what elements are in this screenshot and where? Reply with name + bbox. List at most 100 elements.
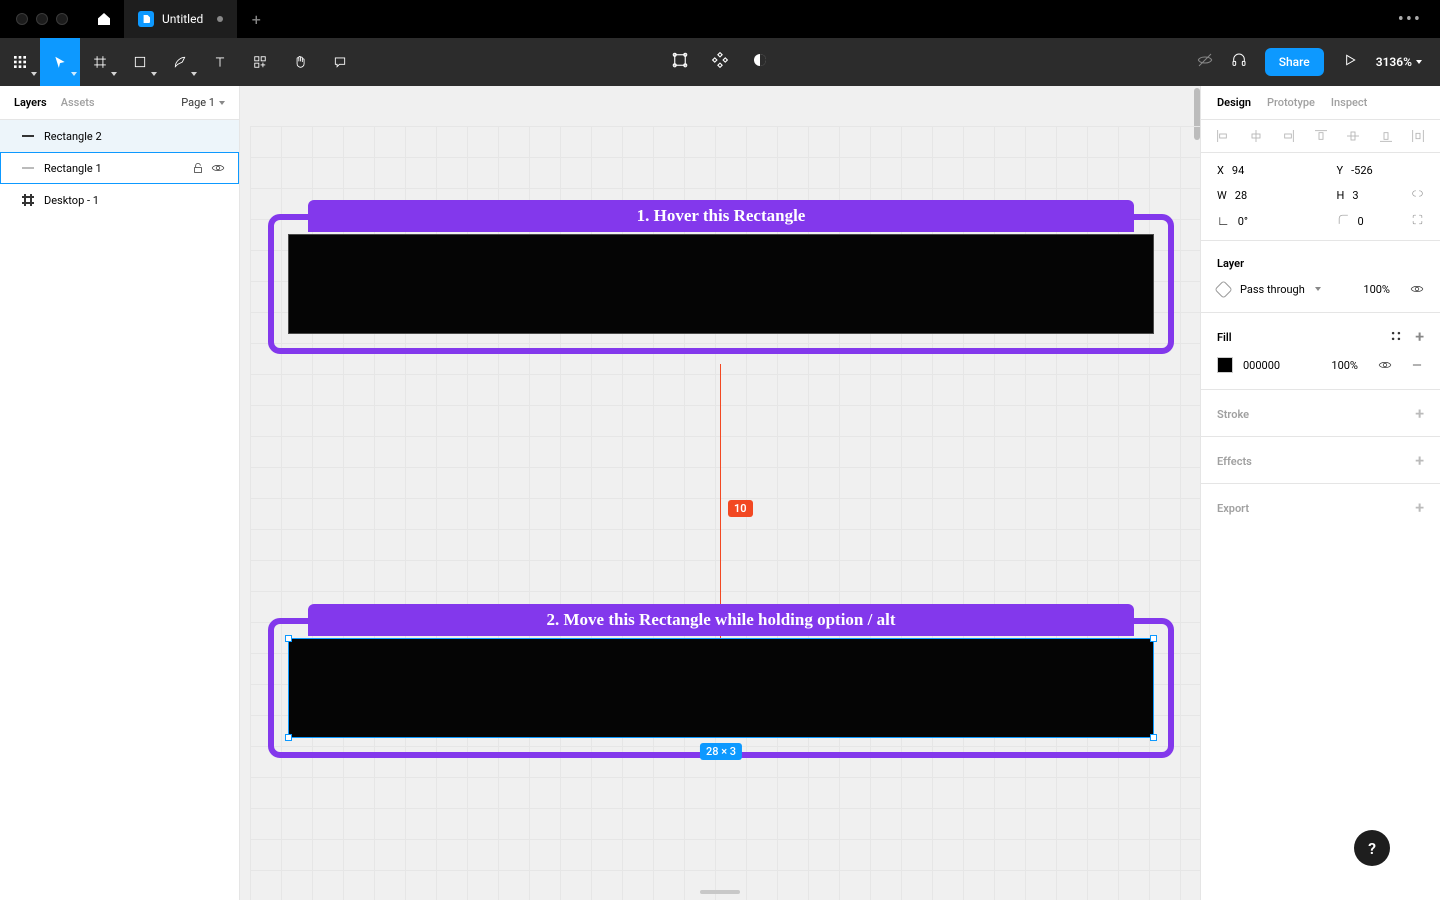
share-button[interactable]: Share [1265, 48, 1324, 76]
component-icon [711, 51, 729, 69]
audio-button[interactable] [1231, 52, 1247, 72]
hand-icon [293, 55, 307, 69]
selection-handle-sw[interactable] [285, 734, 292, 741]
fill-visibility-icon[interactable] [1378, 358, 1392, 372]
help-button[interactable]: ? [1354, 830, 1390, 866]
layers-tab[interactable]: Layers [14, 96, 47, 109]
add-export-button[interactable]: + [1415, 500, 1424, 516]
align-top-icon[interactable] [1313, 128, 1329, 144]
frame-2-label: 2. Move this Rectangle while holding opt… [308, 604, 1134, 636]
selection-handle-nw[interactable] [285, 635, 292, 642]
layer-row-rectangle-1[interactable]: Rectangle 1 [0, 152, 239, 184]
unsaved-indicator-icon [217, 16, 223, 22]
home-button[interactable] [84, 0, 124, 38]
traffic-close[interactable] [16, 13, 28, 25]
layer-section: Layer Pass through 100% [1201, 241, 1440, 313]
layer-row-desktop-1[interactable]: Desktop - 1 [0, 184, 239, 216]
page-label: Page 1 [181, 96, 215, 109]
titlebar: Untitled + ••• [0, 0, 1440, 38]
home-icon [96, 11, 112, 27]
align-right-icon[interactable] [1280, 128, 1296, 144]
add-effect-button[interactable]: + [1415, 453, 1424, 469]
x-field[interactable]: X94 [1201, 159, 1321, 182]
layer-visibility-icon[interactable] [1410, 282, 1424, 296]
bottom-panel-handle[interactable] [700, 890, 740, 894]
overflow-menu-button[interactable]: ••• [1380, 9, 1440, 30]
create-component-button[interactable] [711, 51, 729, 73]
design-tab[interactable]: Design [1217, 96, 1251, 109]
layer-heading: Layer [1201, 247, 1440, 278]
file-tab[interactable]: Untitled [124, 0, 237, 38]
visibility-icon[interactable] [211, 161, 225, 175]
layer-opacity-field[interactable]: 100% [1363, 283, 1390, 296]
fill-swatch[interactable] [1217, 357, 1233, 373]
multiplayer-button[interactable] [1197, 52, 1213, 72]
add-stroke-button[interactable]: + [1415, 406, 1424, 422]
effects-section: Effects + [1201, 437, 1440, 484]
right-panel-tabs: Design Prototype Inspect [1201, 86, 1440, 120]
resources-icon [253, 55, 267, 69]
align-bottom-icon[interactable] [1378, 128, 1394, 144]
rectangle-icon [133, 55, 147, 69]
add-fill-button[interactable]: + [1415, 329, 1424, 345]
rectangle-icon [22, 167, 34, 169]
zoom-value: 3136% [1376, 55, 1412, 69]
export-section: Export + [1201, 484, 1440, 530]
y-field[interactable]: Y-526 [1321, 159, 1440, 182]
fill-hex-field[interactable]: 000000 [1243, 359, 1280, 372]
unlock-icon[interactable] [191, 161, 205, 175]
corner-radius-field[interactable]: 0 [1321, 208, 1440, 234]
rotation-field[interactable]: ∟0° [1201, 208, 1321, 234]
align-left-icon[interactable] [1215, 128, 1231, 144]
traffic-min[interactable] [36, 13, 48, 25]
distribute-icon[interactable] [1410, 128, 1426, 144]
present-button[interactable] [1342, 52, 1358, 72]
canvas[interactable]: 1. Hover this Rectangle 10 2. Move this … [240, 86, 1200, 900]
transform-section: X94 Y-526 W28 H3 ∟0° 0 [1201, 153, 1440, 241]
selection-handle-ne[interactable] [1150, 635, 1157, 642]
layer-row-rectangle-2[interactable]: Rectangle 2 [0, 120, 239, 152]
comment-tool[interactable] [320, 38, 360, 86]
remove-fill-button[interactable] [1410, 358, 1424, 372]
fill-opacity-field[interactable]: 100% [1331, 359, 1358, 372]
resources-tool[interactable] [240, 38, 280, 86]
canvas-frame-1[interactable]: 1. Hover this Rectangle [268, 214, 1174, 354]
blend-mode-dropdown[interactable]: Pass through [1240, 283, 1305, 296]
rectangle-2-shape[interactable] [288, 234, 1154, 334]
shape-tool[interactable] [120, 38, 160, 86]
align-tools [1201, 120, 1440, 153]
prototype-tab[interactable]: Prototype [1267, 96, 1315, 109]
inspect-tab[interactable]: Inspect [1331, 96, 1367, 109]
text-tool[interactable] [200, 38, 240, 86]
page-dropdown[interactable]: Page 1 [181, 96, 225, 109]
play-icon [1342, 52, 1358, 68]
w-field[interactable]: W28 [1201, 182, 1321, 208]
blend-mode-icon[interactable] [1214, 280, 1232, 298]
traffic-max[interactable] [56, 13, 68, 25]
selection-outline [288, 638, 1154, 738]
fill-style-icon[interactable] [1389, 329, 1403, 343]
main-menu-button[interactable] [0, 38, 40, 86]
align-vcenter-icon[interactable] [1345, 128, 1361, 144]
layer-label: Desktop - 1 [44, 194, 99, 207]
constrain-proportions-button[interactable] [1411, 187, 1424, 203]
zoom-dropdown[interactable]: 3136% [1376, 55, 1422, 69]
frame-1-label: 1. Hover this Rectangle [308, 200, 1134, 232]
new-tab-button[interactable]: + [237, 0, 275, 38]
selection-handle-se[interactable] [1150, 734, 1157, 741]
align-hcenter-icon[interactable] [1248, 128, 1264, 144]
mask-button[interactable] [751, 51, 769, 73]
window-controls [0, 13, 84, 25]
left-panel-header: Layers Assets Page 1 [0, 86, 239, 120]
hand-tool[interactable] [280, 38, 320, 86]
rectangle-1-shape[interactable] [288, 638, 1154, 738]
assets-tab[interactable]: Assets [61, 96, 95, 109]
independent-corners-button[interactable] [1411, 213, 1424, 229]
pen-tool[interactable] [160, 38, 200, 86]
move-tool[interactable] [40, 38, 80, 86]
edit-object-button[interactable] [671, 51, 689, 73]
fill-section: Fill + 000000 100% [1201, 313, 1440, 390]
h-field[interactable]: H3 [1321, 182, 1440, 208]
frame-tool[interactable] [80, 38, 120, 86]
canvas-frame-2[interactable]: 2. Move this Rectangle while holding opt… [268, 618, 1174, 758]
